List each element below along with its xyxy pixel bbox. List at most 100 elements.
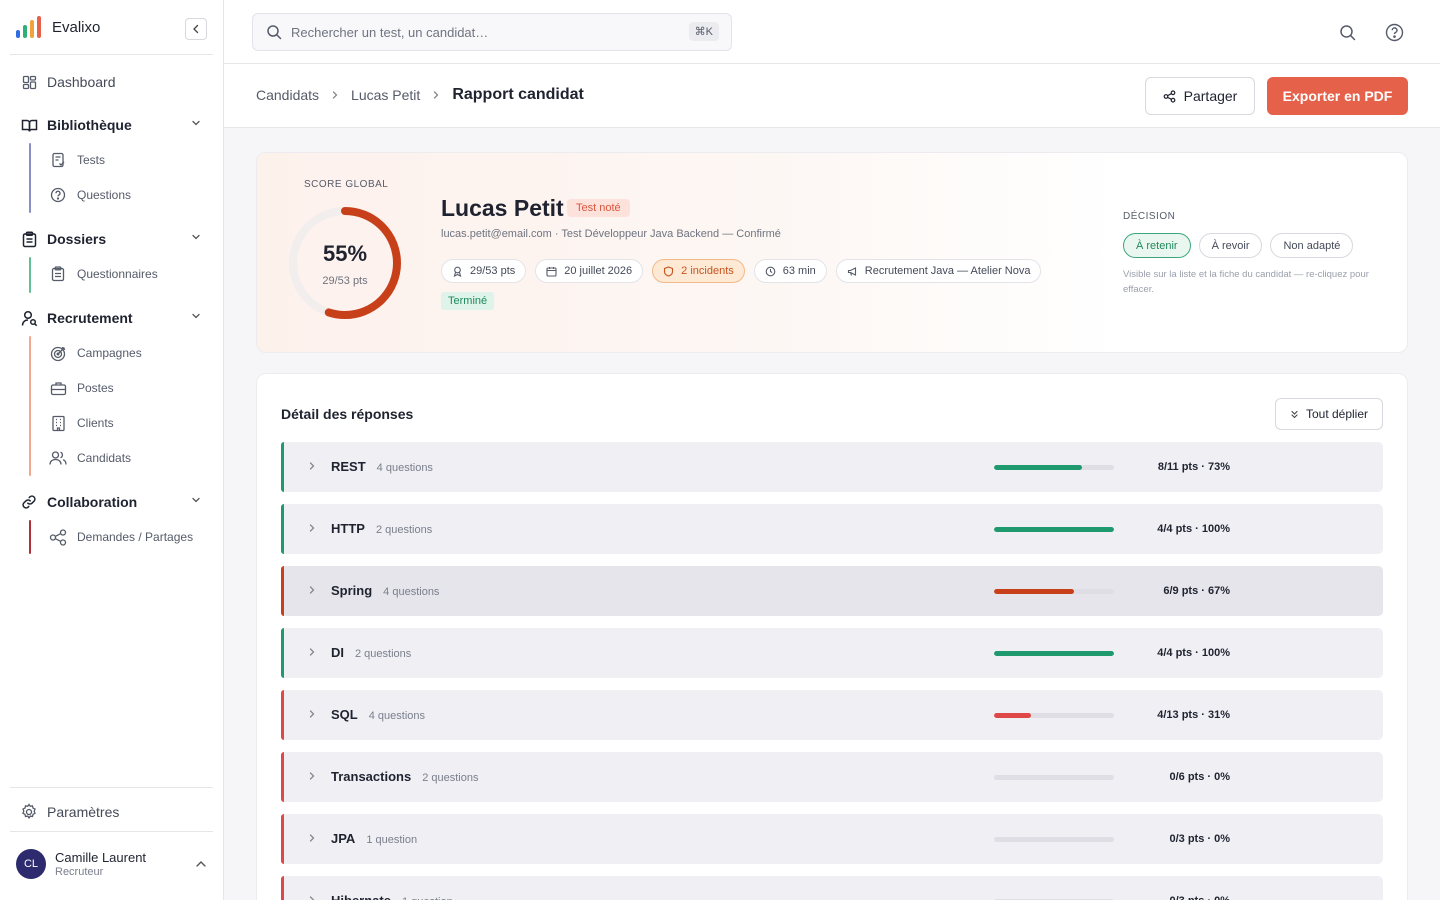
section-progress-bar	[994, 837, 1114, 842]
users-icon	[49, 449, 67, 467]
global-search-button[interactable]	[1337, 22, 1357, 42]
incidents-chip-label: 2 incidents	[681, 265, 734, 277]
section-accent	[281, 504, 284, 554]
section-name: SQL 4 questions	[331, 707, 425, 722]
export-pdf-button[interactable]: Exporter en PDF	[1267, 77, 1408, 115]
section-row[interactable]: Transactions 2 questions 0/6 pts · 0%	[281, 752, 1383, 802]
share-button[interactable]: Partager	[1145, 77, 1255, 115]
section-count: 1 question	[402, 896, 453, 900]
section-title: HTTP	[331, 521, 365, 536]
nav-settings[interactable]: Paramètres	[20, 803, 119, 821]
search-box[interactable]: ⌘K	[252, 13, 732, 51]
sidebar-item-positions[interactable]: Postes	[49, 378, 114, 398]
sidebar-item-clients[interactable]: Clients	[49, 413, 114, 433]
section-score: 0/6 pts · 0%	[1169, 771, 1230, 783]
section-score: 8/11 pts · 73%	[1157, 461, 1230, 473]
score-label: SCORE GLOBAL	[304, 179, 389, 190]
sidebar-item-candidates[interactable]: Candidats	[49, 448, 131, 468]
chevron-right-icon	[307, 461, 317, 471]
section-progress-bar	[994, 775, 1114, 780]
section-row[interactable]: HTTP 2 questions 4/4 pts · 100%	[281, 504, 1383, 554]
recruitment-subline	[29, 336, 31, 476]
nav-group-recruitment[interactable]: Recrutement	[20, 307, 210, 329]
nav-recruitment-label: Recrutement	[47, 310, 133, 326]
nav-group-library[interactable]: Bibliothèque	[20, 114, 210, 136]
section-count: 4 questions	[376, 462, 433, 474]
section-progress-bar	[994, 465, 1114, 470]
decision-review-button[interactable]: À revoir	[1198, 233, 1263, 258]
sidebar-item-clients-label: Clients	[77, 416, 114, 430]
sidebar-item-campaigns[interactable]: Campagnes	[49, 343, 142, 363]
breadcrumb-candidates[interactable]: Candidats	[256, 87, 319, 103]
section-row[interactable]: Hibernate 1 question 0/3 pts · 0%	[281, 876, 1383, 900]
section-title: SQL	[331, 707, 358, 722]
clock-icon	[765, 266, 776, 277]
shield-alert-icon	[663, 265, 674, 277]
section-row[interactable]: DI 2 questions 4/4 pts · 100%	[281, 628, 1383, 678]
app-name: Evalixo	[52, 18, 101, 36]
completion-badge: Terminé	[441, 292, 495, 310]
sidebar-item-candidates-label: Candidats	[77, 451, 132, 465]
nav-group-folders[interactable]: Dossiers	[20, 228, 210, 250]
chevron-down-icon	[190, 310, 202, 322]
chevrons-down-icon	[1290, 410, 1299, 419]
section-score: 0/3 pts · 0%	[1169, 833, 1230, 845]
section-progress-bar	[994, 651, 1114, 656]
score-percent: 55%	[322, 241, 368, 266]
help-button[interactable]	[1384, 22, 1404, 42]
page-header: Candidats Lucas Petit Rapport candidat P…	[224, 64, 1440, 128]
section-name: Hibernate 1 question	[331, 893, 453, 900]
section-accent	[281, 442, 284, 492]
section-name: DI 2 questions	[331, 645, 411, 660]
section-row[interactable]: Spring 4 questions 6/9 pts · 67%	[281, 566, 1383, 616]
section-row[interactable]: SQL 4 questions 4/13 pts · 31%	[281, 690, 1383, 740]
section-name: HTTP 2 questions	[331, 521, 432, 536]
collapse-sidebar-button[interactable]	[185, 18, 207, 40]
search-icon	[266, 24, 282, 40]
link-icon	[20, 493, 38, 511]
answers-detail-card: Détail des réponses Tout déplier REST 4 q…	[256, 373, 1408, 900]
section-accent	[281, 566, 284, 616]
sidebar-divider	[10, 831, 213, 832]
section-count: 1 question	[366, 834, 418, 846]
section-accent	[281, 814, 284, 864]
chevron-down-icon	[190, 494, 202, 506]
section-title: Transactions	[331, 769, 412, 784]
decision-retain-button[interactable]: À retenir	[1123, 233, 1191, 258]
sidebar-item-questionnaires-label: Questionnaires	[77, 267, 158, 281]
user-menu[interactable]: CL Camille Laurent Recruteur	[16, 847, 214, 881]
breadcrumb-candidate[interactable]: Lucas Petit	[351, 87, 420, 103]
breadcrumb: Candidats Lucas Petit Rapport candidat	[256, 86, 584, 104]
date-chip: 20 juillet 2026	[535, 259, 644, 283]
nav-group-collaboration[interactable]: Collaboration	[20, 491, 210, 513]
sidebar-item-tests[interactable]: Tests	[49, 150, 105, 170]
section-row[interactable]: JPA 1 question 0/3 pts · 0%	[281, 814, 1383, 864]
sidebar-item-tests-label: Tests	[77, 153, 106, 167]
section-progress-bar	[994, 713, 1114, 718]
section-progress-fill	[994, 651, 1114, 656]
campaign-chip[interactable]: Recrutement Java — Atelier Nova	[835, 259, 1042, 283]
sidebar-item-campaigns-label: Campagnes	[77, 346, 142, 360]
campaign-chip-label: Recrutement Java — Atelier Nova	[864, 265, 1031, 277]
section-name: JPA 1 question	[331, 831, 417, 846]
section-accent	[281, 690, 284, 740]
folders-subline	[29, 257, 31, 293]
search-input[interactable]	[291, 24, 671, 40]
incidents-chip[interactable]: 2 incidents	[652, 259, 745, 283]
sidebar-item-requests-shares[interactable]: Demandes / Partages	[49, 527, 193, 547]
section-row[interactable]: REST 4 questions 8/11 pts · 73%	[281, 442, 1383, 492]
sidebar-item-questionnaires[interactable]: Questionnaires	[49, 264, 158, 284]
decision-unsuitable-button[interactable]: Non adapté	[1270, 233, 1354, 258]
calendar-icon	[546, 266, 557, 277]
clipboard-icon	[20, 230, 38, 248]
expand-all-button[interactable]: Tout déplier	[1275, 398, 1383, 430]
candidate-subtitle: lucas.petit@email.com · Test Développeur…	[441, 228, 781, 240]
sidebar-item-positions-label: Postes	[77, 381, 114, 395]
decision-label: DÉCISION	[1123, 211, 1176, 222]
section-title: DI	[331, 645, 344, 660]
medal-icon	[452, 266, 463, 277]
nav-dashboard-label: Dashboard	[47, 74, 116, 90]
sidebar-item-questions[interactable]: Questions	[49, 185, 131, 205]
nav-dashboard[interactable]: Dashboard	[20, 71, 116, 93]
collaboration-subline	[29, 520, 31, 554]
